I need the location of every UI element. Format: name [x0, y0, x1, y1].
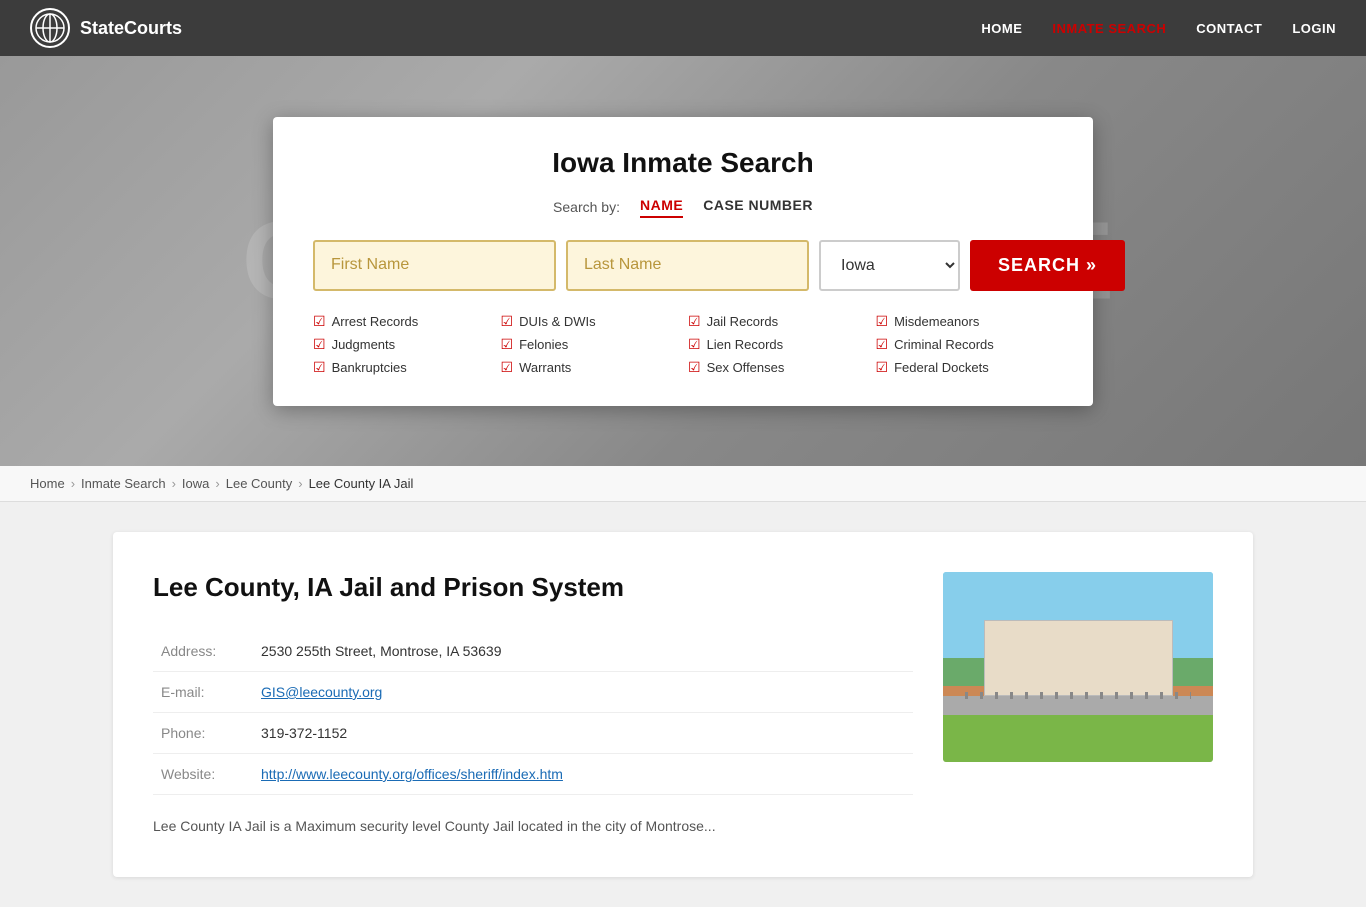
email-label: E-mail: [153, 672, 253, 713]
checkbox-warrants: ☑ Warrants [501, 359, 679, 376]
breadcrumb-inmate-search[interactable]: Inmate Search [81, 476, 166, 491]
checkmark-icon: ☑ [313, 359, 326, 376]
search-inputs-row: Iowa Alabama Alaska Arizona Arkansas Cal… [313, 240, 1053, 291]
checkbox-label: Criminal Records [894, 337, 994, 352]
checkmark-icon: ☑ [313, 336, 326, 353]
phone-value: 319-372-1152 [253, 713, 913, 754]
website-label: Website: [153, 754, 253, 795]
tab-name[interactable]: NAME [640, 197, 683, 218]
breadcrumb-current: Lee County IA Jail [309, 476, 414, 491]
checkbox-label: Warrants [519, 360, 571, 375]
logo-icon [30, 8, 70, 48]
hero-section: COURTHOUSE Iowa Inmate Search Search by:… [0, 56, 1366, 466]
website-value: http://www.leecounty.org/offices/sheriff… [253, 754, 913, 795]
checkmark-icon: ☑ [688, 313, 701, 330]
content-description: Lee County IA Jail is a Maximum security… [153, 815, 913, 837]
breadcrumb-lee-county[interactable]: Lee County [226, 476, 293, 491]
address-value: 2530 255th Street, Montrose, IA 53639 [253, 631, 913, 672]
checkmark-icon: ☑ [876, 359, 889, 376]
main-nav: HOME INMATE SEARCH CONTACT LOGIN [981, 21, 1336, 36]
address-label: Address: [153, 631, 253, 672]
phone-row: Phone: 319-372-1152 [153, 713, 913, 754]
nav-inmate-search[interactable]: INMATE SEARCH [1052, 21, 1166, 36]
breadcrumb-iowa[interactable]: Iowa [182, 476, 209, 491]
checkmark-icon: ☑ [501, 359, 514, 376]
checkbox-label: Felonies [519, 337, 568, 352]
first-name-input[interactable] [313, 240, 556, 291]
checkbox-arrest-records: ☑ Arrest Records [313, 313, 491, 330]
email-value: GIS@leecounty.org [253, 672, 913, 713]
phone-label: Phone: [153, 713, 253, 754]
checkbox-label: Judgments [332, 337, 396, 352]
checkbox-lien-records: ☑ Lien Records [688, 336, 866, 353]
logo-area: StateCourts [30, 8, 182, 48]
checkbox-label: DUIs & DWIs [519, 314, 596, 329]
checkmark-icon: ☑ [876, 313, 889, 330]
checkbox-federal-dockets: ☑ Federal Dockets [876, 359, 1054, 376]
search-title: Iowa Inmate Search [313, 147, 1053, 179]
search-card: Iowa Inmate Search Search by: NAME CASE … [273, 117, 1093, 406]
nav-contact[interactable]: CONTACT [1196, 21, 1262, 36]
content-title: Lee County, IA Jail and Prison System [153, 572, 913, 603]
breadcrumb: Home › Inmate Search › Iowa › Lee County… [0, 466, 1366, 502]
checkbox-label: Jail Records [707, 314, 779, 329]
checkbox-label: Federal Dockets [894, 360, 989, 375]
checkbox-label: Misdemeanors [894, 314, 979, 329]
info-table: Address: 2530 255th Street, Montrose, IA… [153, 631, 913, 795]
breadcrumb-sep-3: › [215, 476, 219, 491]
content-card: Lee County, IA Jail and Prison System Ad… [113, 532, 1253, 877]
address-row: Address: 2530 255th Street, Montrose, IA… [153, 631, 913, 672]
search-button[interactable]: SEARCH » [970, 240, 1125, 291]
checkmark-icon: ☑ [501, 313, 514, 330]
state-select[interactable]: Iowa Alabama Alaska Arizona Arkansas Cal… [819, 240, 960, 291]
search-by-row: Search by: NAME CASE NUMBER [313, 197, 1053, 218]
site-name: StateCourts [80, 18, 182, 39]
email-row: E-mail: GIS@leecounty.org [153, 672, 913, 713]
facility-image [943, 572, 1213, 762]
checkbox-bankruptcies: ☑ Bankruptcies [313, 359, 491, 376]
checkbox-label: Sex Offenses [707, 360, 785, 375]
checkbox-judgments: ☑ Judgments [313, 336, 491, 353]
checkmark-icon: ☑ [501, 336, 514, 353]
nav-login[interactable]: LOGIN [1292, 21, 1336, 36]
website-row: Website: http://www.leecounty.org/office… [153, 754, 913, 795]
email-link[interactable]: GIS@leecounty.org [261, 684, 382, 700]
website-link[interactable]: http://www.leecounty.org/offices/sheriff… [261, 766, 563, 782]
checkbox-label: Bankruptcies [332, 360, 407, 375]
checkbox-jail-records: ☑ Jail Records [688, 313, 866, 330]
tab-case-number[interactable]: CASE NUMBER [703, 197, 813, 218]
site-header: StateCourts HOME INMATE SEARCH CONTACT L… [0, 0, 1366, 56]
checkmark-icon: ☑ [876, 336, 889, 353]
content-area: Lee County, IA Jail and Prison System Ad… [83, 502, 1283, 907]
checkmark-icon: ☑ [688, 336, 701, 353]
checkbox-label: Lien Records [707, 337, 784, 352]
checkmark-icon: ☑ [313, 313, 326, 330]
search-by-label: Search by: [553, 199, 620, 215]
checkbox-duis-dwis: ☑ DUIs & DWIs [501, 313, 679, 330]
checkbox-label: Arrest Records [332, 314, 419, 329]
breadcrumb-sep-2: › [172, 476, 176, 491]
content-main: Lee County, IA Jail and Prison System Ad… [153, 572, 913, 837]
breadcrumb-home[interactable]: Home [30, 476, 65, 491]
checkbox-misdemeanors: ☑ Misdemeanors [876, 313, 1054, 330]
last-name-input[interactable] [566, 240, 809, 291]
breadcrumb-sep-1: › [71, 476, 75, 491]
checkbox-grid: ☑ Arrest Records ☑ DUIs & DWIs ☑ Jail Re… [313, 313, 1053, 376]
checkbox-criminal-records: ☑ Criminal Records [876, 336, 1054, 353]
breadcrumb-sep-4: › [298, 476, 302, 491]
checkmark-icon: ☑ [688, 359, 701, 376]
checkbox-felonies: ☑ Felonies [501, 336, 679, 353]
checkbox-sex-offenses: ☑ Sex Offenses [688, 359, 866, 376]
nav-home[interactable]: HOME [981, 21, 1022, 36]
